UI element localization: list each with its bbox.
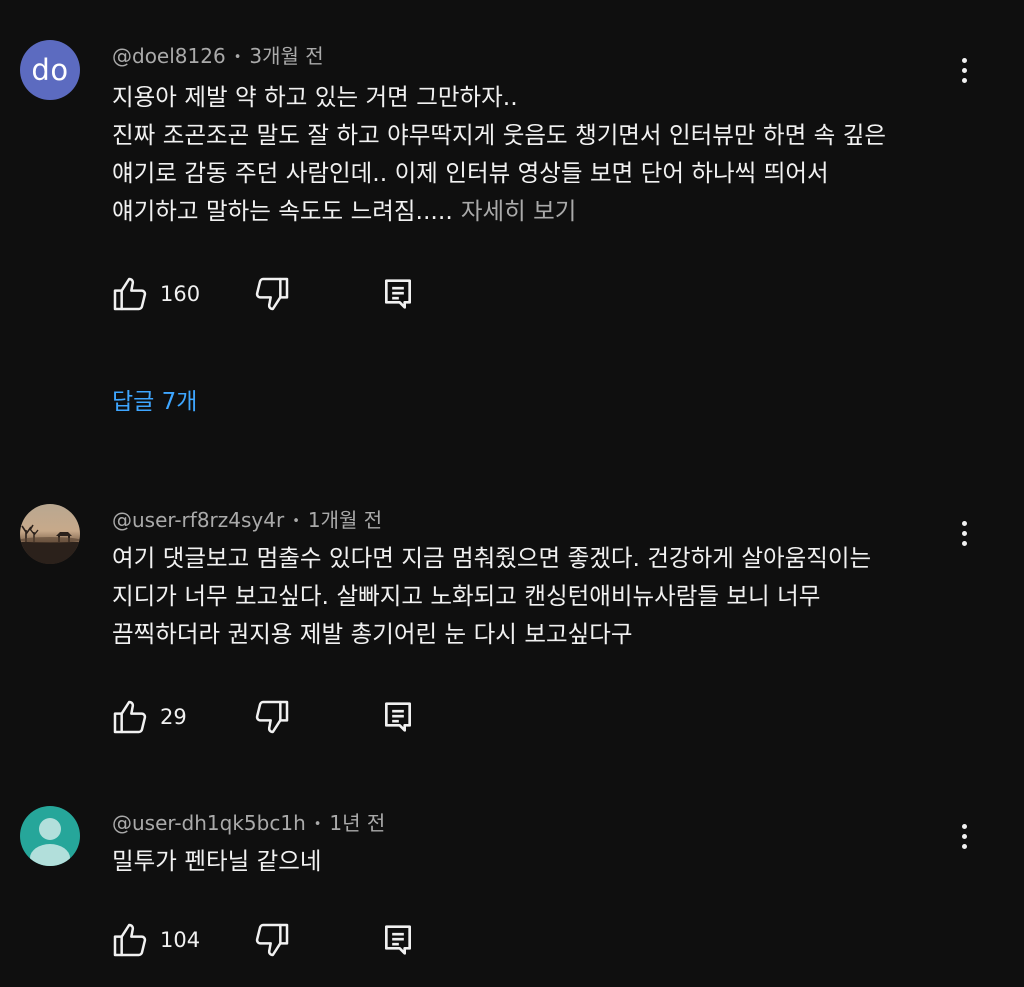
more-vert-icon-dot [961,67,967,73]
avatar[interactable]: do [20,40,80,100]
comment-actions: 104 [110,918,430,962]
thumbs-up-icon [113,277,147,311]
like-count: 104 [160,928,201,952]
comment-icon [385,702,411,732]
comment-meta: @user-dh1qk5bc1h • 1년 전 [112,807,385,836]
more-vert-icon-dot [961,843,967,849]
timestamp[interactable]: 1개월 전 [308,508,382,532]
person-icon [30,818,70,866]
comment-line: 진짜 조곤조곤 말도 잘 하고 야무딱지게 웃음도 챙기면서 인터뷰만 하면 속… [112,121,887,149]
comment-line: 여기 댓글보고 멈출수 있다면 지금 멈춰줬으면 좋겠다. 건강하게 살아움직이… [112,544,872,572]
read-more-link[interactable]: 자세히 보기 [461,197,577,225]
comment-line: 끔찍하더라 권지용 제발 총기어린 눈 다시 보고싶다구 [112,620,633,648]
comment-actions: 160 [110,272,430,316]
separator-dot: • [292,514,300,529]
thumbs-up-icon [113,923,147,957]
like-button[interactable]: 160 [110,272,200,316]
more-vert-icon-dot [961,77,967,83]
comment-line: 얘기로 감동 주던 사람인데.. 이제 인터뷰 영상들 보면 단어 하나씩 띄어… [112,159,829,187]
default-person-avatar[interactable] [20,806,80,866]
more-vert-icon-dot [961,833,967,839]
thumbs-down-icon [255,923,289,957]
comment-line: 얘기하고 말하는 속도도 느려짐..... 자세히 보기 [112,192,952,230]
reply-button[interactable] [378,272,418,316]
avatar-initials: do [31,53,69,87]
like-button[interactable]: 104 [110,918,200,962]
comment-text: 지용아 제발 약 하고 있는 거면 그만하자.. 진짜 조곤조곤 말도 잘 하고… [112,78,952,230]
like-count: 29 [160,705,187,729]
view-replies-button[interactable]: 답글 7개 [112,382,197,416]
thumbs-down-icon [255,700,289,734]
more-vert-icon-dot [961,530,967,536]
comment-text: 여기 댓글보고 멈출수 있다면 지금 멈춰줬으면 좋겠다. 건강하게 살아움직이… [112,539,952,653]
comment-line: 지디가 너무 보고싶다. 살빠지고 노화되고 캔싱턴애비뉴사람들 보니 너무 [112,582,821,610]
reply-button[interactable] [378,695,418,739]
like-count: 160 [160,282,201,306]
sunset-photo-icon [20,524,80,564]
dislike-button[interactable] [252,918,292,962]
comment-line: 지용아 제발 약 하고 있는 거면 그만하자.. [112,83,518,111]
thumbs-down-icon [255,277,289,311]
username[interactable]: @user-dh1qk5bc1h [112,811,306,835]
comment-meta: @user-rf8rz4sy4r • 1개월 전 [112,504,382,533]
comment-text: 밀투가 펜타닐 같으네 [112,842,952,880]
thumbs-up-icon [113,700,147,734]
more-vert-icon-dot [961,823,967,829]
comment-line-text: 얘기하고 말하는 속도도 느려짐..... [112,197,453,225]
more-vert-icon-dot [961,540,967,546]
reply-button[interactable] [378,918,418,962]
timestamp[interactable]: 1년 전 [329,811,385,835]
separator-dot: • [233,50,242,65]
comment-line: 밀투가 펜타닐 같으네 [112,847,322,875]
dislike-button[interactable] [252,695,292,739]
comment-actions: 29 [110,695,430,739]
username[interactable]: @user-rf8rz4sy4r [112,508,284,532]
more-vert-icon-dot [961,520,967,526]
sunset-photo-avatar[interactable] [20,504,80,564]
dislike-button[interactable] [252,272,292,316]
timestamp[interactable]: 3개월 전 [249,44,323,68]
separator-dot: • [313,817,322,832]
like-button[interactable]: 29 [110,695,187,739]
comment-icon [385,279,411,309]
comment-meta: @doel8126 • 3개월 전 [112,40,324,69]
username[interactable]: @doel8126 [112,44,226,68]
more-vert-icon-dot [961,57,967,63]
comment-icon [385,925,411,955]
